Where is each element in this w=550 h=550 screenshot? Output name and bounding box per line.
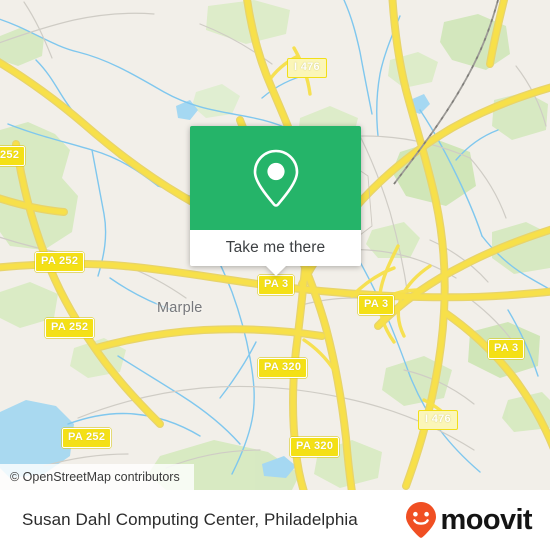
- road-shield-pa3-b[interactable]: PA 3: [358, 295, 395, 315]
- road-shield-pa252-c[interactable]: PA 252: [62, 428, 112, 448]
- location-title: Susan Dahl Computing Center, Philadelphi…: [22, 510, 358, 529]
- map-canvas[interactable]: Marple I 476 252 PA 252 PA 252 PA 252 PA…: [0, 0, 550, 490]
- map-screenshot: Marple I 476 252 PA 252 PA 252 PA 252 PA…: [0, 0, 550, 550]
- popup-pointer-tail: [264, 265, 287, 276]
- road-shield-pa320-a[interactable]: PA 320: [258, 358, 308, 378]
- road-shield-pa252-b[interactable]: PA 252: [45, 318, 95, 338]
- road-shield-252-west-edge[interactable]: 252: [0, 146, 26, 166]
- moovit-smiley-pin-icon: [405, 502, 436, 538]
- road-shield-pa320-b[interactable]: PA 320: [290, 437, 340, 457]
- popup-icon-panel: [190, 126, 361, 230]
- popup-action-bar[interactable]: Take me there: [190, 230, 361, 276]
- moovit-wordmark: moovit: [440, 503, 533, 536]
- map-attribution[interactable]: © OpenStreetMap contributors: [0, 464, 194, 490]
- road-shield-i476-north[interactable]: I 476: [287, 58, 327, 78]
- road-shield-pa3-a[interactable]: PA 3: [258, 275, 295, 295]
- take-me-there-label: Take me there: [225, 239, 326, 256]
- location-popup-card[interactable]: Take me there: [190, 126, 361, 276]
- road-shield-i476-south[interactable]: I 476: [418, 410, 458, 430]
- road-shield-pa3-c[interactable]: PA 3: [488, 339, 525, 359]
- map-pin-icon: [253, 149, 298, 207]
- moovit-brand[interactable]: moovit: [404, 501, 533, 539]
- footer-bar: Susan Dahl Computing Center, Philadelphi…: [0, 490, 550, 550]
- place-label-marple: Marple: [157, 300, 203, 316]
- attribution-text: © OpenStreetMap contributors: [10, 470, 180, 484]
- road-shield-pa252-a[interactable]: PA 252: [35, 252, 85, 272]
